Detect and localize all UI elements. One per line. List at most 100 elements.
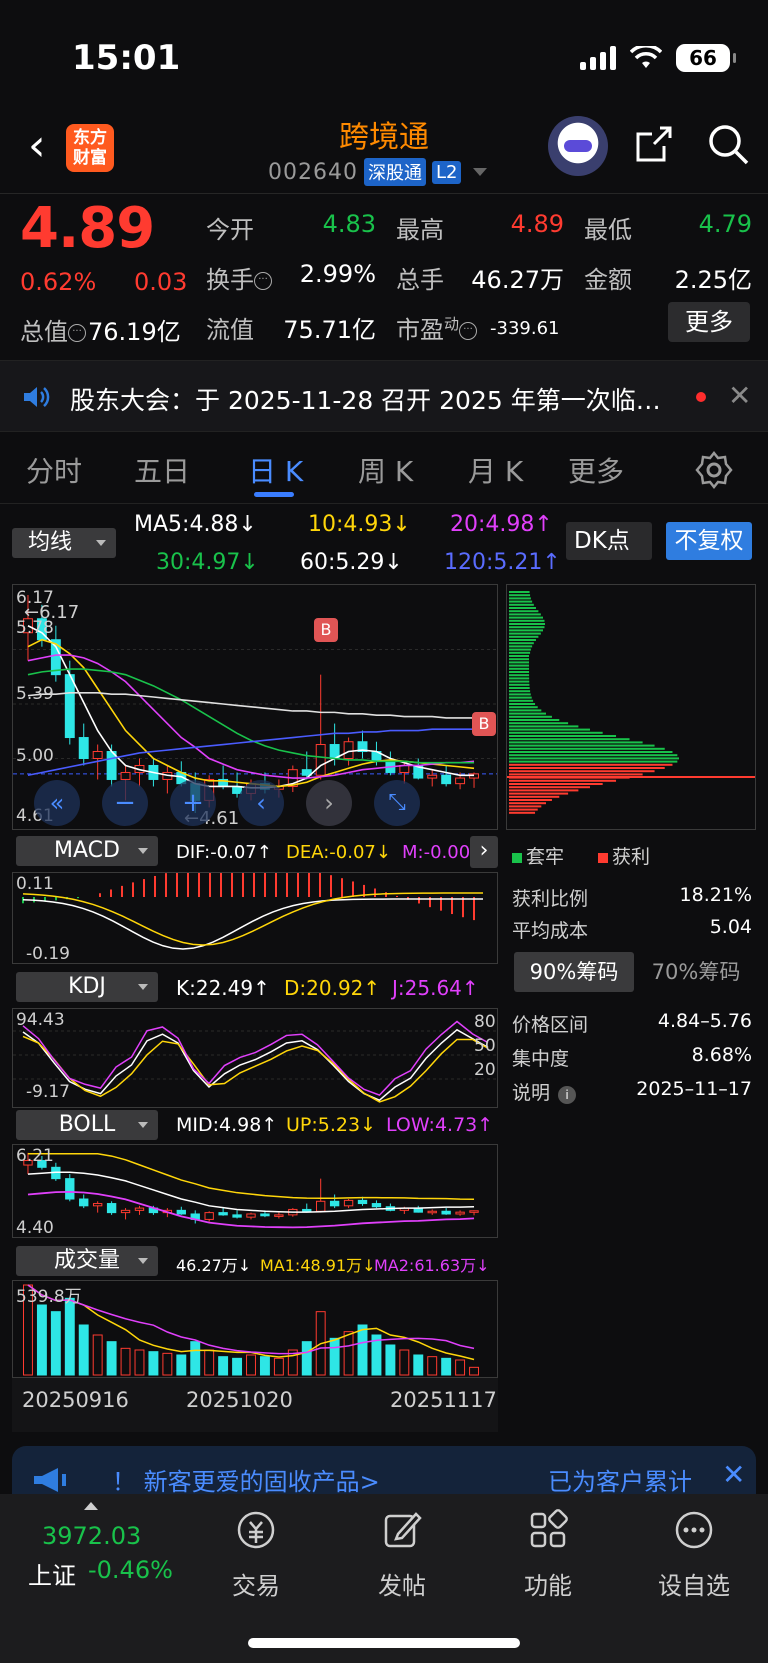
zoom-out-icon[interactable]: − [102, 780, 148, 826]
kdj-level-20: 20 [474, 1060, 496, 1080]
tab-daily-k[interactable]: 日 K [248, 450, 303, 490]
pe-value: -339.61 [490, 318, 560, 339]
more-dots-icon [675, 1511, 713, 1549]
chip-bar [509, 597, 531, 600]
tab-intraday[interactable]: 分时 [26, 450, 82, 490]
boll-candle-body [79, 1198, 89, 1207]
assistant-avatar[interactable] [548, 116, 608, 176]
fullscreen-icon[interactable]: ⤡ [374, 780, 420, 826]
chip-bar [509, 728, 590, 731]
expand-arrow-icon[interactable]: › [470, 836, 498, 868]
candle-body [455, 777, 466, 785]
boll-panel[interactable] [12, 1144, 498, 1238]
notice-text: 股东大会：于 2025-11-28 召开 2025 年第一次临… [70, 386, 661, 415]
chip-panel[interactable] [506, 584, 756, 830]
stock-code-row[interactable]: 002640 深股通 L2 [268, 158, 488, 186]
close-icon[interactable]: ✕ [728, 379, 751, 412]
volume-top: 539.8万 [16, 1287, 82, 1307]
chip-bar [509, 754, 678, 757]
date-label-end: 20251117 [390, 1388, 497, 1412]
boll-up: UP:5.23↓ [286, 1114, 376, 1136]
tab-more[interactable]: 更多 [568, 450, 624, 490]
gear-icon[interactable] [694, 450, 734, 490]
open-value: 4.83 [322, 210, 376, 238]
chip-90-tab[interactable]: 90%筹码 [514, 952, 634, 992]
chip-bar [509, 738, 630, 741]
boll-select[interactable]: BOLL [16, 1110, 158, 1140]
volume-ma1: MA1:48.91万↓ [260, 1256, 376, 1275]
buy-marker[interactable]: B [472, 712, 496, 736]
macd-panel[interactable] [12, 863, 498, 964]
boll-chart [23, 1152, 479, 1229]
notice-bar[interactable]: 股东大会：于 2025-11-28 召开 2025 年第一次临… ✕ [0, 360, 768, 432]
macd-select[interactable]: MACD [16, 836, 158, 866]
candle-body [427, 774, 438, 779]
index-change[interactable]: -0.46% [88, 1556, 173, 1584]
volume-bar [413, 1354, 424, 1376]
ma-select[interactable]: 均线 [12, 528, 116, 558]
volume-bar [78, 1324, 89, 1376]
boll-candle-body [274, 1214, 284, 1217]
volume-select[interactable]: 成交量 [16, 1246, 158, 1276]
status-icons: 66 [580, 44, 736, 72]
chip-bar [509, 629, 544, 632]
volume-bar [469, 1366, 479, 1376]
step-forward-icon[interactable]: › [306, 780, 352, 826]
note-row[interactable]: 说明 i 2025–11–17 [512, 1078, 752, 1105]
nav-trade[interactable]: 交易 [206, 1508, 306, 1601]
change-percent: 0.62% [20, 268, 97, 296]
boll-candle-body [232, 1214, 242, 1218]
step-back-icon[interactable]: ‹ [238, 780, 284, 826]
nav-watchlist[interactable]: 设自选 [644, 1508, 744, 1601]
chip-bar [509, 715, 552, 718]
volume-panel[interactable] [12, 1280, 498, 1378]
boll-candle-body [106, 1203, 117, 1214]
info-icon[interactable]: ··· [68, 324, 86, 342]
y-axis-5-00: 5.00 [16, 746, 54, 766]
chip-bar [509, 671, 530, 673]
total-value-label: 总值 ··· [20, 312, 86, 347]
close-icon[interactable]: ✕ [722, 1458, 745, 1491]
chip-bar [509, 731, 603, 734]
volume-bar [329, 1337, 340, 1376]
concentration-row: 集中度 8.68% [512, 1044, 752, 1070]
zoom-in-icon[interactable]: + [170, 780, 216, 826]
volume-bar [343, 1331, 354, 1376]
volume-bar [246, 1354, 256, 1376]
tab-five-day[interactable]: 五日 [134, 450, 190, 490]
chevron-up-icon[interactable] [84, 1502, 98, 1510]
ma60-value: 60:5.29↓ [300, 550, 403, 575]
chip-bar [509, 613, 541, 616]
share-icon[interactable] [634, 124, 674, 164]
chip-distribution [507, 591, 755, 814]
chip-bar [509, 808, 538, 811]
avg-cost-row: 平均成本 5.04 [512, 916, 752, 942]
tab-monthly-k[interactable]: 月 K [468, 450, 523, 490]
chip-bar [509, 655, 530, 657]
kdj-panel[interactable] [12, 1008, 498, 1108]
nav-functions[interactable]: 功能 [498, 1508, 598, 1601]
more-button[interactable]: 更多 [668, 302, 750, 342]
info-icon[interactable]: ··· [459, 322, 478, 340]
chip-70-tab[interactable]: 70%筹码 [640, 952, 752, 992]
info-icon[interactable]: i [558, 1086, 577, 1104]
index-value[interactable]: 3972.03 [42, 1522, 141, 1550]
search-icon[interactable] [706, 122, 750, 166]
adjust-button[interactable]: 不复权 [666, 522, 752, 560]
volume-current: 46.27万↓ [176, 1256, 252, 1275]
kdj-select[interactable]: KDJ [16, 972, 158, 1002]
fast-back-icon[interactable]: « [34, 780, 80, 826]
dk-point-button[interactable]: DK点 [566, 522, 652, 560]
buy-marker[interactable]: B [314, 618, 338, 642]
nav-post[interactable]: 发帖 [352, 1508, 452, 1601]
boll-candle-body [302, 1208, 312, 1212]
volume-bar [357, 1324, 368, 1376]
volume-bar [273, 1357, 284, 1376]
volume-bar [218, 1356, 229, 1376]
tab-weekly-k[interactable]: 周 K [358, 450, 413, 490]
dea-line [22, 892, 484, 946]
info-icon[interactable]: ··· [254, 272, 272, 290]
index-name[interactable]: 上证 [28, 1556, 76, 1591]
kdj-top: 94.43 [16, 1010, 65, 1030]
signal-icon [580, 46, 616, 70]
